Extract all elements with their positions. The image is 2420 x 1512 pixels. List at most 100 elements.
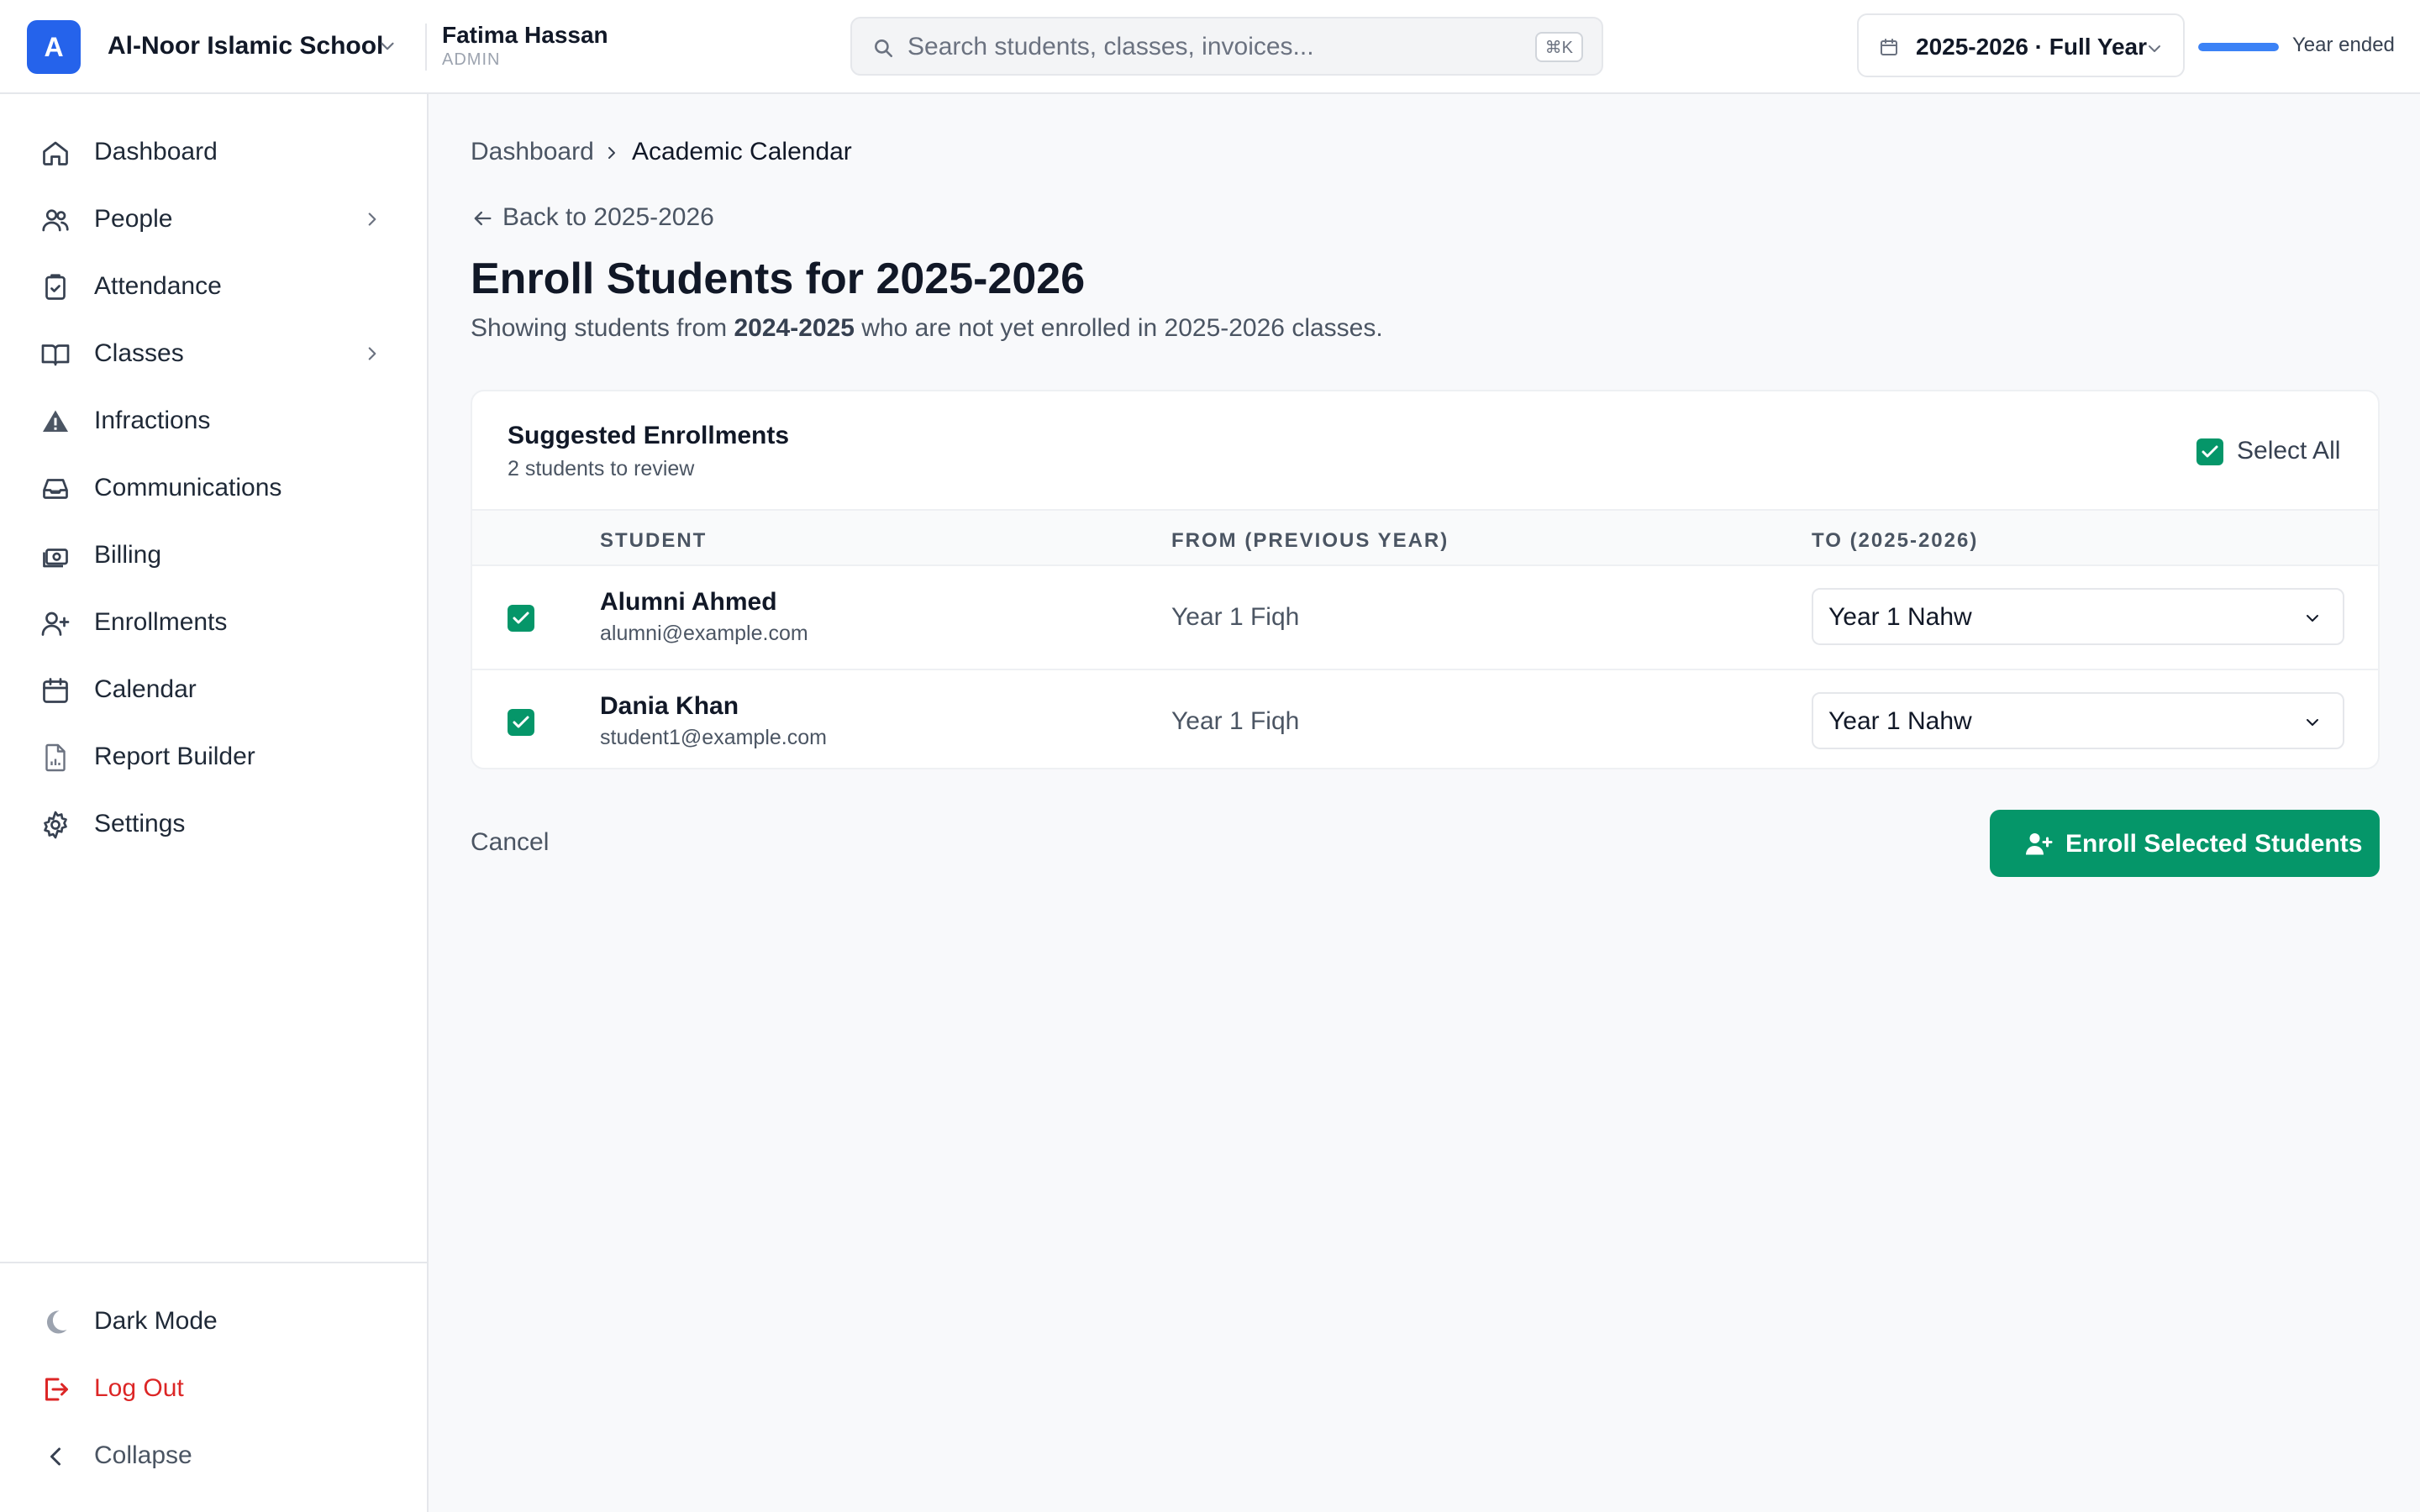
- to-class-select[interactable]: Year 1 Nahw: [1812, 692, 2344, 749]
- sidebar-item-label: Infractions: [94, 407, 211, 434]
- sidebar-item-label: Settings: [94, 810, 186, 837]
- to-class-value: Year 1 Nahw: [1828, 707, 1972, 735]
- gear-icon: [44, 811, 67, 839]
- divider: [425, 24, 427, 71]
- logout-icon: [45, 1378, 68, 1401]
- sidebar-item-label: Billing: [94, 541, 162, 569]
- from-class: Year 1 Fiqh: [1171, 707, 1300, 735]
- select-all-checkbox[interactable]: Select All: [2196, 435, 2344, 469]
- chevron-down-icon: [2307, 719, 2318, 726]
- sidebar-item-people[interactable]: People: [20, 192, 407, 245]
- sidebar-item-label: Dashboard: [94, 138, 218, 165]
- sidebar-item-calendar[interactable]: Calendar: [20, 662, 407, 716]
- sidebar-item-billing[interactable]: Billing: [20, 528, 407, 581]
- sidebar-item-label: Communications: [94, 474, 282, 501]
- arrow-left-icon: [474, 211, 492, 226]
- inbox-icon: [43, 479, 68, 499]
- school-logo[interactable]: A: [27, 20, 81, 74]
- student-name: Dania Khan: [600, 692, 739, 720]
- warning-icon: [43, 410, 68, 432]
- sidebar-item-label: Enrollments: [94, 608, 228, 636]
- year-status: Year ended: [2292, 34, 2395, 56]
- sidebar-item-settings[interactable]: Settings: [20, 796, 407, 850]
- cash-icon: [43, 549, 68, 568]
- to-class-select[interactable]: Year 1 Nahw: [1812, 588, 2344, 645]
- chevron-left-icon: [50, 1447, 60, 1466]
- column-header-student: STUDENT: [600, 529, 708, 552]
- school-switcher[interactable]: Al-Noor Islamic School: [108, 32, 383, 60]
- to-class-value: Year 1 Nahw: [1828, 603, 1972, 631]
- sidebar-item-label: Classes: [94, 339, 184, 367]
- column-header-to: TO (2025-2026): [1812, 529, 1979, 552]
- year-progress-bar: [2198, 43, 2279, 51]
- check-icon: [2202, 445, 2218, 458]
- suggested-enrollments-card: Suggested Enrollments 2 students to revi…: [471, 390, 2380, 769]
- collapse-label: Collapse: [94, 1441, 192, 1469]
- sidebar-item-dashboard[interactable]: Dashboard: [20, 124, 407, 178]
- row-checkbox[interactable]: [508, 605, 534, 632]
- check-icon: [513, 716, 529, 728]
- users-icon: [42, 209, 69, 232]
- sidebar-item-classes[interactable]: Classes: [20, 326, 407, 380]
- dark-mode-toggle[interactable]: Dark Mode: [20, 1294, 407, 1347]
- home-icon: [43, 141, 68, 165]
- back-link-label: Back to 2025-2026: [502, 203, 714, 231]
- log-out-label: Log Out: [94, 1374, 184, 1402]
- chevron-right-icon: [368, 347, 376, 360]
- sidebar-item-label: Calendar: [94, 675, 197, 703]
- chevron-right-icon: [608, 147, 615, 159]
- search-shortcut: ⌘K: [1534, 32, 1583, 62]
- user-plus-icon: [41, 612, 70, 636]
- top-bar: A Al-Noor Islamic School Fatima Hassan A…: [0, 0, 2420, 94]
- divider: [0, 1262, 427, 1263]
- user-plus-icon: [2026, 833, 2053, 855]
- student-email: student1@example.com: [600, 726, 827, 749]
- search-icon: [875, 39, 893, 58]
- table-row: Dania Khan student1@example.com Year 1 F…: [472, 669, 2378, 768]
- row-checkbox[interactable]: [508, 709, 534, 736]
- chevron-down-icon: [2307, 615, 2318, 622]
- sidebar-item-infractions[interactable]: Infractions: [20, 393, 407, 447]
- table-header: STUDENT FROM (PREVIOUS YEAR) TO (2025-20…: [472, 509, 2378, 566]
- chevron-right-icon: [368, 213, 376, 226]
- moon-icon: [46, 1310, 67, 1334]
- chevron-down-icon: [2149, 45, 2160, 52]
- breadcrumb-dashboard-link[interactable]: Dashboard: [471, 138, 594, 166]
- sidebar-item-communications[interactable]: Communications: [20, 460, 407, 514]
- column-header-from: FROM (PREVIOUS YEAR): [1171, 529, 1449, 552]
- card-subtitle: 2 students to review: [508, 457, 695, 480]
- academic-year-select[interactable]: 2025-2026 · Full Year: [1857, 13, 2185, 77]
- user-name: Fatima Hassan: [442, 22, 608, 48]
- book-open-icon: [41, 344, 70, 366]
- calendar-icon: [1881, 39, 1897, 55]
- subtitle-suffix: who are not yet enrolled in 2025-2026 cl…: [854, 314, 1383, 342]
- card-title: Suggested Enrollments: [508, 422, 790, 449]
- subtitle-year: 2024-2025: [734, 314, 855, 342]
- cancel-button[interactable]: Cancel: [471, 828, 549, 857]
- from-class: Year 1 Fiqh: [1171, 603, 1300, 631]
- select-all-label: Select All: [2237, 437, 2341, 465]
- search-bar[interactable]: ⌘K: [850, 17, 1603, 76]
- sidebar-item-attendance[interactable]: Attendance: [20, 259, 407, 312]
- sidebar-item-label: People: [94, 205, 173, 233]
- chevron-down-icon[interactable]: [376, 35, 398, 57]
- enroll-selected-label: Enroll Selected Students: [2065, 830, 2363, 858]
- clipboard-check-icon: [45, 274, 66, 300]
- sidebar-item-label: Attendance: [94, 272, 222, 300]
- sidebar-item-report-builder[interactable]: Report Builder: [20, 729, 407, 783]
- dark-mode-label: Dark Mode: [94, 1307, 218, 1335]
- student-name: Alumni Ahmed: [600, 588, 777, 616]
- subtitle-prefix: Showing students from: [471, 314, 734, 342]
- log-out-button[interactable]: Log Out: [20, 1361, 407, 1415]
- enroll-selected-button[interactable]: Enroll Selected Students: [1990, 810, 2380, 877]
- document-chart-icon: [45, 743, 66, 772]
- user-role: ADMIN: [442, 50, 501, 69]
- sidebar-item-enrollments[interactable]: Enrollments: [20, 595, 407, 648]
- search-input[interactable]: [908, 30, 1496, 64]
- academic-year-label: 2025-2026 · Full Year: [1916, 34, 2147, 60]
- page-title: Enroll Students for 2025-2026: [471, 255, 1086, 303]
- collapse-sidebar-button[interactable]: Collapse: [20, 1428, 407, 1482]
- main-content: Dashboard Academic Calendar Back to 2025…: [430, 94, 2420, 1512]
- sidebar: Dashboard People Attendance Classes Infr…: [0, 94, 429, 1512]
- checkbox-checked[interactable]: [2196, 438, 2223, 465]
